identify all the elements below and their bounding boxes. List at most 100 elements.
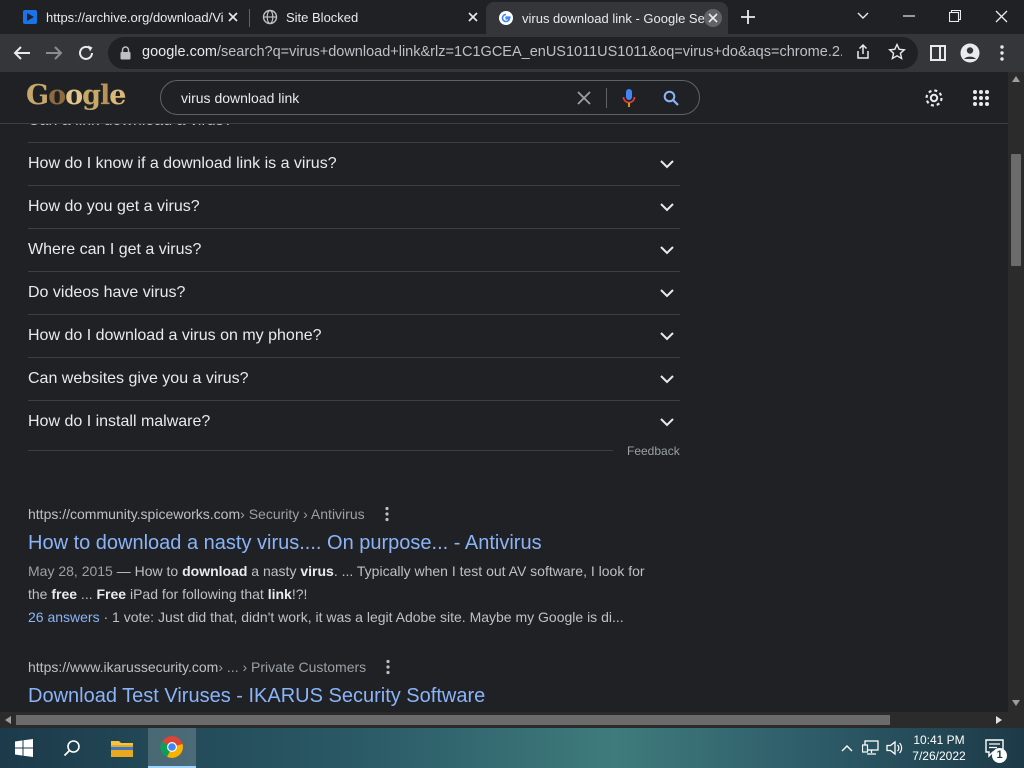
tab-site-blocked[interactable]: Site Blocked (240, 0, 488, 34)
paa-question[interactable]: How do I download a virus on my phone? (28, 314, 680, 357)
taskbar-search-icon[interactable] (48, 728, 96, 768)
chevron-down-icon[interactable] (657, 197, 677, 217)
chevron-down-icon[interactable] (657, 326, 677, 346)
file-explorer-folder-icon[interactable] (98, 728, 146, 768)
address-bar[interactable]: google.com/search?q=virus+download+link&… (108, 37, 918, 69)
result-cite[interactable]: https://community.spiceworks.com › Secur… (28, 504, 648, 524)
settings-gear-icon[interactable] (922, 86, 946, 110)
minimize-icon[interactable] (898, 5, 920, 27)
notification-center-icon[interactable]: 1 (980, 728, 1010, 768)
tab-archive[interactable]: https://archive.org/download/Vir (0, 0, 248, 34)
scroll-up-arrow-icon[interactable] (1012, 76, 1020, 82)
snippet-text: !?! (291, 586, 308, 602)
chevron-down-icon[interactable] (657, 240, 677, 260)
page-content: Can a link download a virus? Google viru… (0, 72, 1008, 712)
more-vert-icon[interactable] (378, 657, 398, 677)
answers-extra: · 1 vote: Just did that, didn't work, it… (99, 609, 624, 625)
chevron-down-icon[interactable] (657, 283, 677, 303)
snippet-text: iPad for following that (126, 586, 268, 602)
search-input[interactable]: virus download link (181, 90, 299, 106)
result-title-link[interactable]: Download Test Viruses - IKARUS Security … (28, 683, 648, 709)
snippet-text: How to (134, 563, 183, 579)
tab-close-icon[interactable] (704, 9, 722, 27)
forward-icon[interactable] (42, 41, 66, 65)
snippet-bold: free (51, 586, 78, 602)
volume-speaker-icon[interactable] (884, 728, 906, 768)
horizontal-scrollbar[interactable] (0, 712, 1008, 728)
archive-favicon-icon (23, 10, 37, 24)
side-panel-icon[interactable] (926, 41, 950, 65)
windows-taskbar: 10:41 PM 7/26/2022 1 (0, 728, 1024, 768)
chrome-taskbar-icon[interactable] (148, 728, 196, 768)
notification-count-badge: 1 (992, 748, 1007, 763)
show-hidden-icons-chevron-up-icon[interactable] (838, 728, 856, 768)
paa-question-text: Where can I get a virus? (28, 241, 202, 258)
answers-link[interactable]: 26 answers (28, 609, 100, 625)
globe-icon (262, 9, 278, 25)
result-title-link[interactable]: How to download a nasty virus.... On pur… (28, 530, 648, 556)
tab-search-chevron-icon[interactable] (852, 5, 874, 27)
start-button-windows-icon[interactable] (0, 728, 48, 768)
divider (28, 450, 613, 451)
tab-title: Site Blocked (286, 9, 359, 25)
paa-question-text: How do I know if a download link is a vi… (28, 155, 337, 172)
result-cite[interactable]: https://www.ikarussecurity.com › ... › P… (28, 657, 648, 677)
tab-close-icon[interactable] (464, 8, 482, 26)
clock-date: 7/26/2022 (912, 749, 966, 763)
snippet-text: a nasty (247, 563, 301, 579)
tab-google-search[interactable]: virus download link - Google Sea (486, 2, 728, 34)
vertical-scroll-thumb[interactable] (1011, 154, 1021, 266)
tab-title: https://archive.org/download/Vir (46, 9, 224, 25)
google-g-icon (499, 11, 513, 25)
paa-question[interactable]: Do videos have virus? (28, 271, 680, 314)
result-breadcrumb: › Security › Antivirus (240, 506, 365, 522)
google-apps-grid-icon[interactable] (969, 86, 993, 110)
more-vert-icon[interactable] (377, 504, 397, 524)
paa-question[interactable]: Where can I get a virus? (28, 228, 680, 271)
clock-time: 10:41 PM (913, 733, 965, 747)
search-result: https://community.spiceworks.com › Secur… (28, 504, 648, 629)
chevron-down-icon[interactable] (657, 154, 677, 174)
back-icon[interactable] (10, 41, 34, 65)
snippet-bold: Free (96, 586, 127, 602)
result-date: May 28, 2015 (28, 563, 113, 579)
search-header: Google virus download link (0, 72, 1008, 124)
search-box[interactable]: virus download link (160, 80, 700, 115)
network-icon[interactable] (860, 728, 882, 768)
new-tab-icon[interactable] (738, 7, 758, 27)
system-clock[interactable]: 10:41 PM 7/26/2022 (906, 732, 972, 764)
share-icon[interactable] (854, 43, 874, 63)
people-also-ask-list: How do I know if a download link is a vi… (28, 142, 680, 443)
search-result: https://www.ikarussecurity.com › ... › P… (28, 657, 648, 709)
chevron-down-icon[interactable] (657, 412, 677, 432)
clear-search-icon[interactable] (574, 88, 594, 108)
search-submit-icon[interactable] (661, 88, 681, 108)
paa-question[interactable]: Can websites give you a virus? (28, 357, 680, 400)
paa-question[interactable]: How do I know if a download link is a vi… (28, 142, 680, 185)
voice-search-mic-icon[interactable] (619, 88, 639, 108)
search-divider (606, 88, 607, 108)
paa-question[interactable]: How do you get a virus? (28, 185, 680, 228)
reload-icon[interactable] (74, 41, 98, 65)
paa-question[interactable]: How do I install malware? (28, 400, 680, 443)
close-window-icon[interactable] (990, 5, 1012, 27)
result-snippet: May 28, 2015 — How to download a nasty v… (28, 563, 645, 602)
result-domain: https://community.spiceworks.com (28, 506, 241, 522)
result-domain: https://www.ikarussecurity.com (28, 659, 219, 675)
snippet-text: ... (77, 586, 97, 602)
profile-avatar-icon[interactable] (958, 41, 982, 65)
chevron-down-icon[interactable] (657, 369, 677, 389)
feedback-link[interactable]: Feedback (627, 444, 680, 458)
vertical-scrollbar[interactable] (1008, 72, 1024, 712)
more-menu-icon[interactable] (990, 41, 1014, 65)
lock-icon[interactable] (120, 46, 131, 60)
google-doodle-logo[interactable]: Google (26, 80, 126, 111)
scroll-left-arrow-icon[interactable] (5, 716, 11, 724)
restore-icon[interactable] (944, 5, 966, 27)
result-breadcrumb: › ... › Private Customers (218, 659, 367, 675)
horizontal-scroll-thumb[interactable] (16, 715, 890, 725)
scroll-right-arrow-icon[interactable] (996, 716, 1002, 724)
snippet-bold: download (182, 563, 248, 579)
bookmark-star-icon[interactable] (888, 42, 908, 63)
scroll-down-arrow-icon[interactable] (1012, 700, 1020, 706)
